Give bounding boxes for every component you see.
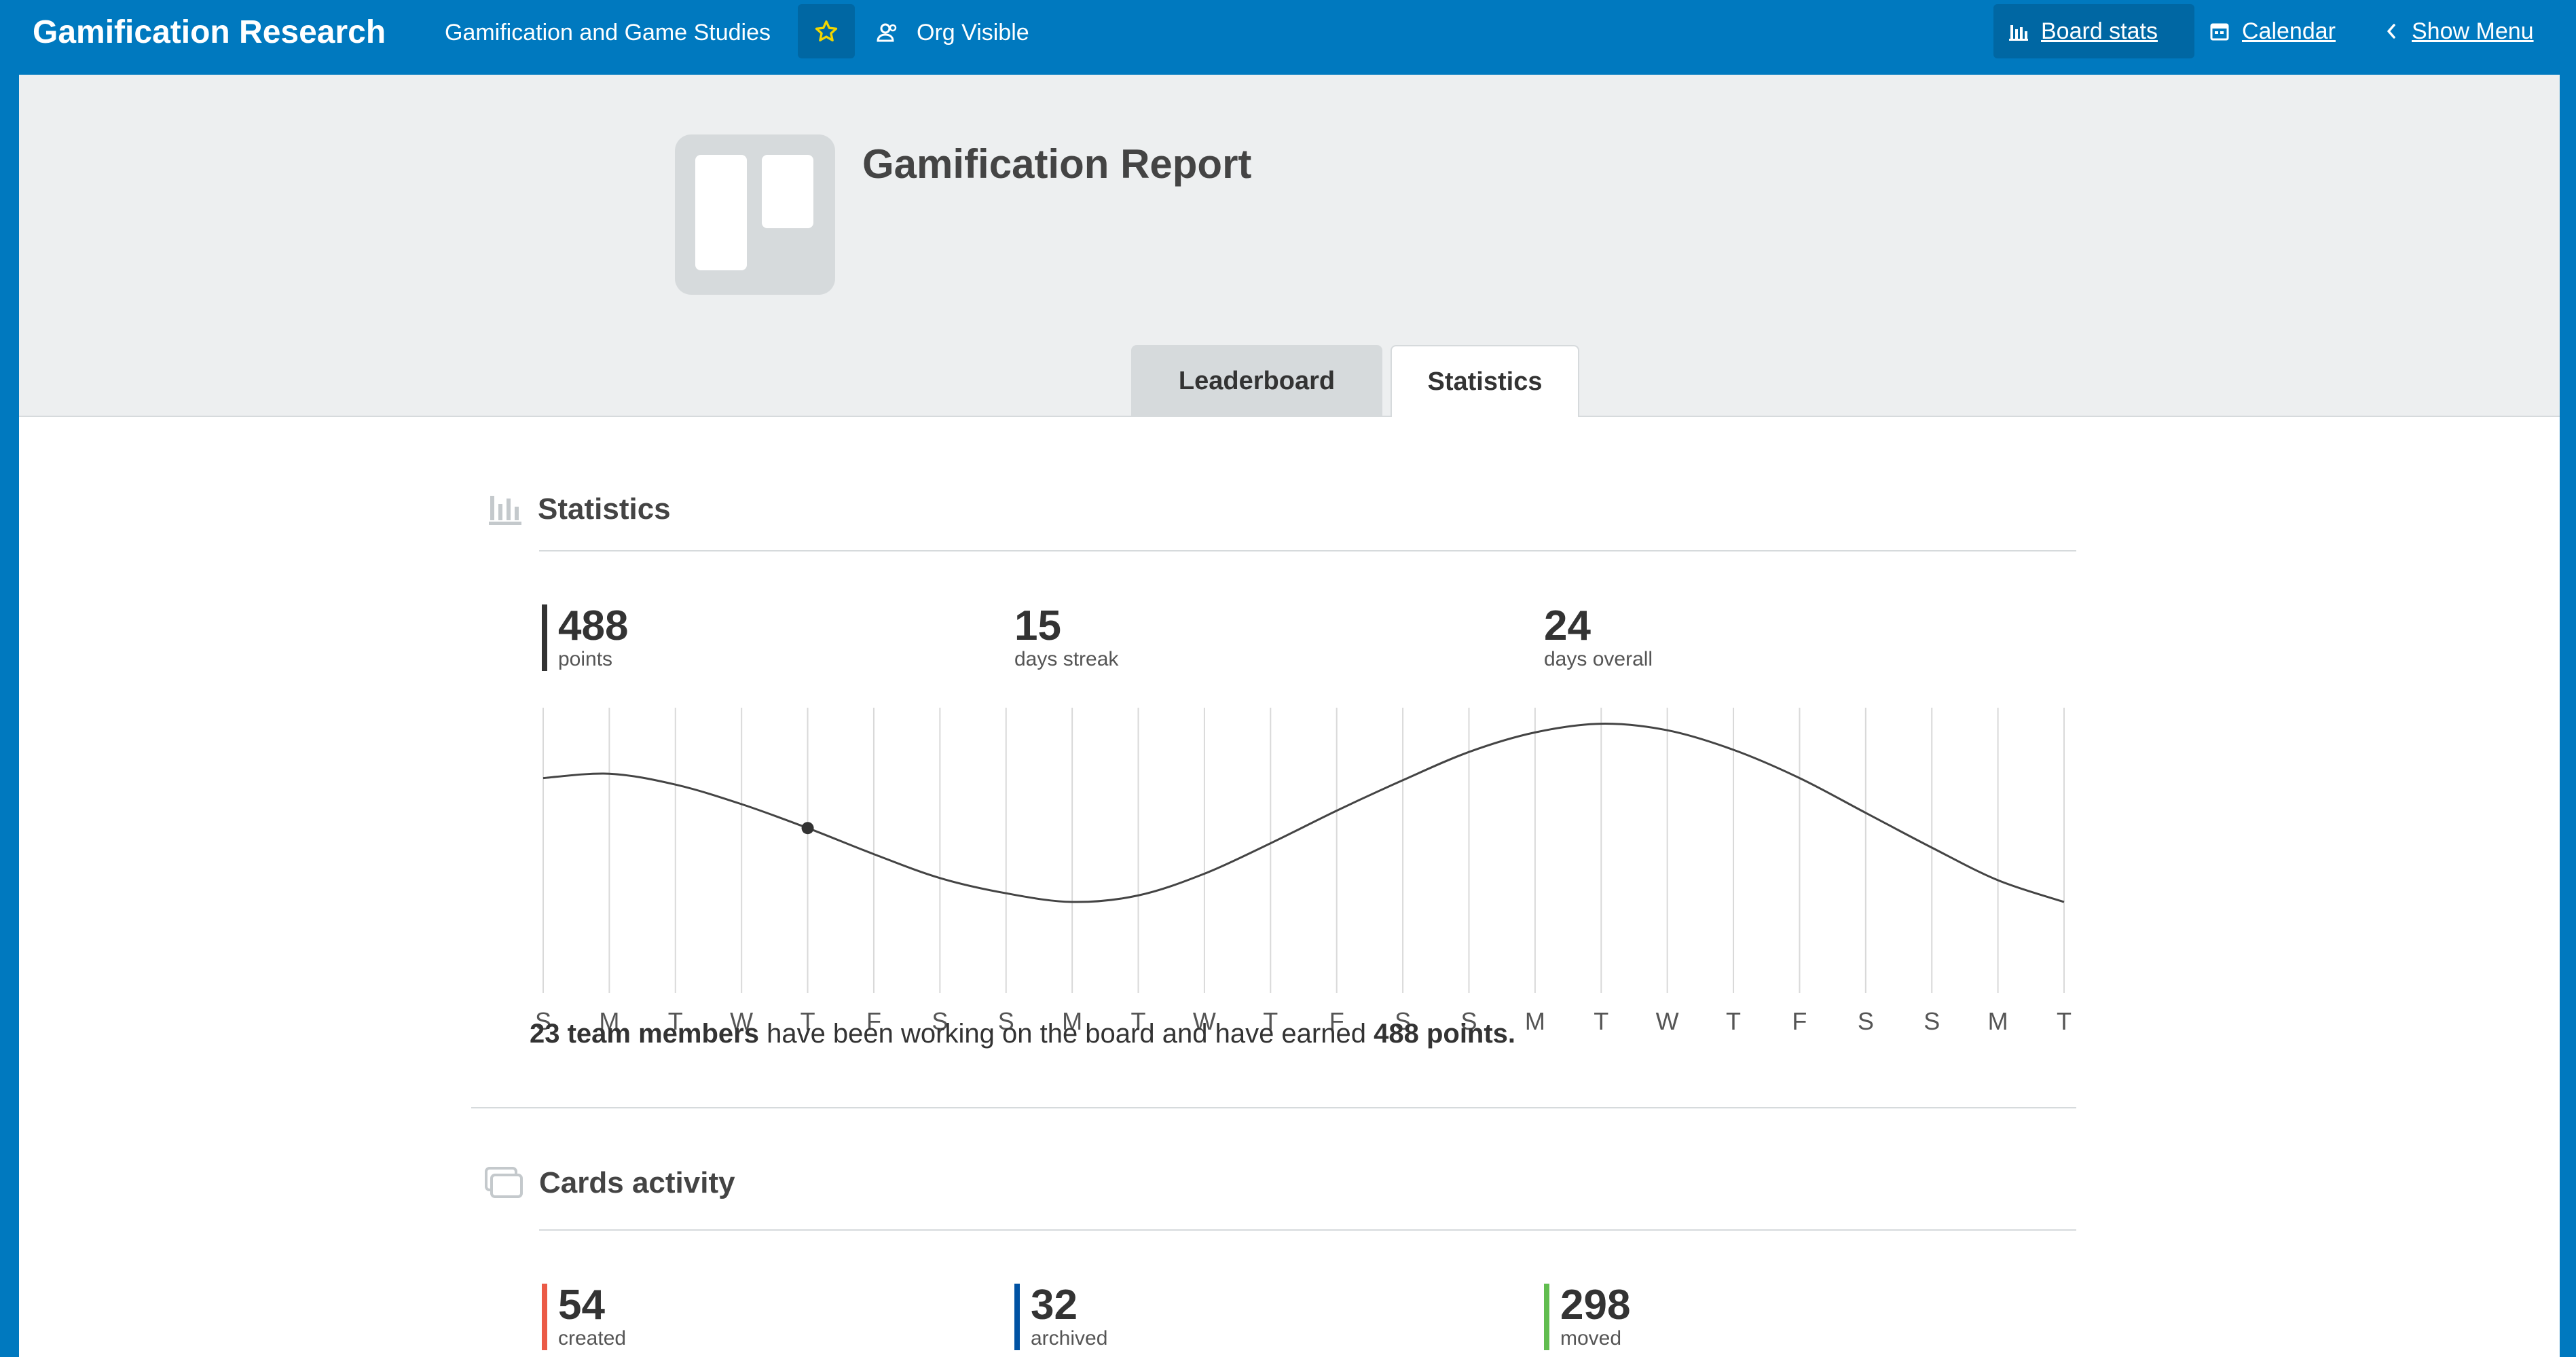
summary-middle: have been working on the board and have … <box>758 1019 1374 1049</box>
chart-x-tick-label: F <box>1792 1007 1807 1035</box>
chart-highlight-point[interactable] <box>801 822 814 835</box>
board-stats-label: Board stats <box>2041 18 2158 44</box>
activity-line-chart: SMTWTFSSMTWTFSSMTWTFSSMT <box>535 708 2072 1035</box>
calendar-label: Calendar <box>2242 18 2336 44</box>
chart-x-tick-label: S <box>1924 1007 1940 1035</box>
moved-stat: 298 moved <box>1544 1284 1630 1350</box>
chart-series-line <box>542 723 2065 903</box>
created-stat: 54 created <box>542 1284 626 1350</box>
cards-activity-heading: Cards activity <box>483 1165 735 1201</box>
created-label: created <box>558 1327 627 1350</box>
created-value: 54 <box>558 1282 605 1328</box>
board-stats-button[interactable]: Board stats <box>1993 4 2194 58</box>
archived-label: archived <box>1031 1327 1108 1350</box>
chart-x-tick-label: M <box>1525 1007 1545 1035</box>
moved-value: 298 <box>1560 1282 1631 1328</box>
summary-points: 488 points. <box>1374 1019 1516 1049</box>
chart-x-tick-label: W <box>1656 1007 1679 1035</box>
section-divider <box>471 1107 2076 1108</box>
report-panel: Gamification Report Leaderboard Statisti… <box>19 75 2560 1357</box>
chart-x-tick-label: M <box>1988 1007 2008 1035</box>
chart-x-tick-label: S <box>1858 1007 1874 1035</box>
star-board-button[interactable] <box>798 4 855 58</box>
moved-label: moved <box>1560 1327 1622 1350</box>
chart-x-tick-label: T <box>1594 1007 1608 1035</box>
show-menu-label: Show Menu <box>2412 18 2534 44</box>
archived-stat: 32 archived <box>1014 1284 1107 1350</box>
chart-x-tick-label: T <box>1726 1007 1741 1035</box>
calendar-icon <box>2210 23 2229 41</box>
team-name-link[interactable]: Gamification and Game Studies <box>445 18 771 48</box>
bar-chart-icon <box>2009 25 2028 41</box>
visibility-label: Org Visible <box>917 20 1029 46</box>
cards-activity-divider <box>539 1229 2076 1231</box>
org-visible-icon <box>877 23 897 42</box>
board-title[interactable]: Gamification Research <box>33 12 386 53</box>
statistics-summary: 23 team members have been working on the… <box>530 1019 1515 1049</box>
cards-activity-title: Cards activity <box>539 1166 735 1199</box>
summary-members: 23 team members <box>530 1019 759 1049</box>
chevron-left-icon <box>2387 24 2395 39</box>
chart-x-tick-label: T <box>2057 1007 2072 1035</box>
show-menu-button[interactable]: Show Menu <box>2383 4 2534 58</box>
calendar-button[interactable]: Calendar <box>2209 4 2336 58</box>
cards-icon <box>485 1167 523 1198</box>
visibility-button[interactable]: Org Visible <box>876 18 1029 48</box>
board-header: Gamification Research Gamification and G… <box>0 0 2576 75</box>
archived-value: 32 <box>1031 1282 1078 1328</box>
star-icon <box>815 20 838 41</box>
